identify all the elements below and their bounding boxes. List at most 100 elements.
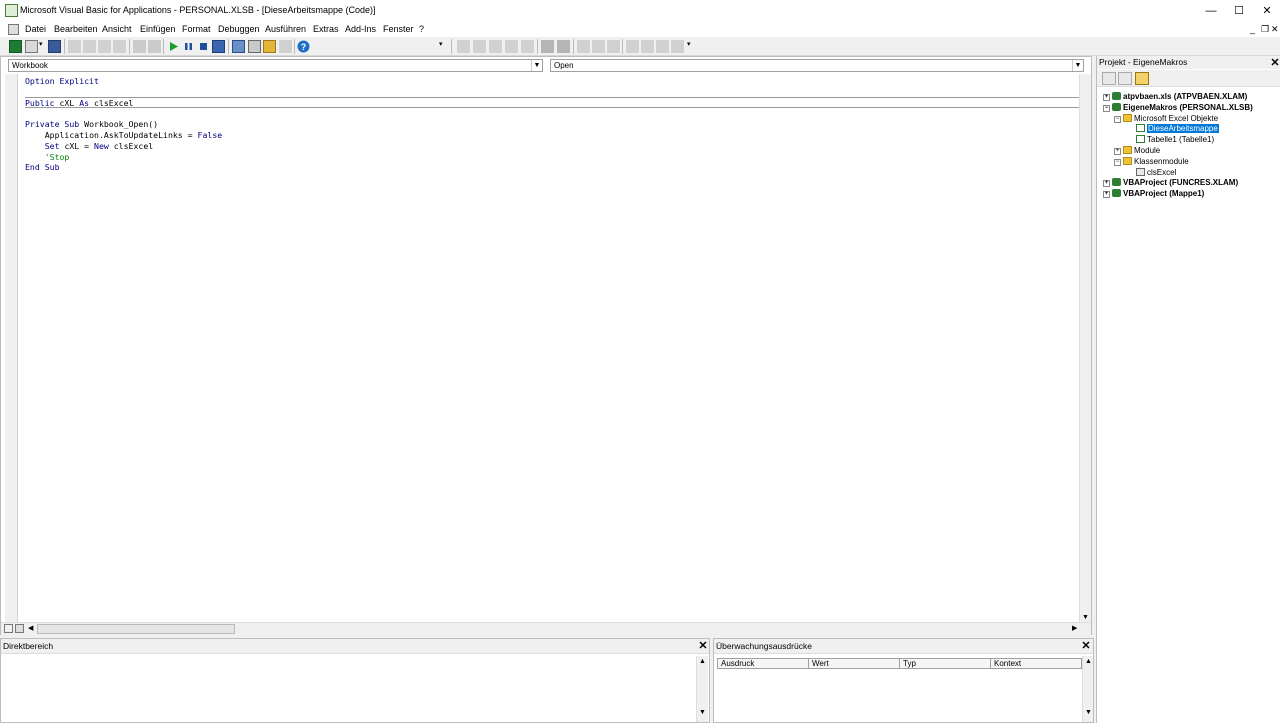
- mdi-minimize-button[interactable]: _: [1250, 24, 1255, 34]
- tree-item[interactable]: DieseArbeitsmappe: [1125, 123, 1219, 134]
- indent-icon[interactable]: [541, 40, 554, 53]
- menu-ausfuehren[interactable]: Ausführen: [265, 24, 306, 34]
- full-module-view-icon[interactable]: [15, 624, 24, 633]
- procedure-combo[interactable]: Open ▼: [550, 59, 1084, 72]
- menu-debuggen[interactable]: Debuggen: [218, 24, 260, 34]
- scroll-right-arrow-icon[interactable]: ▶: [1072, 624, 1077, 632]
- vertical-scrollbar[interactable]: ▲ ▼: [1082, 656, 1093, 722]
- close-icon[interactable]: ✕: [1269, 57, 1280, 69]
- code-line[interactable]: Option Explicit: [25, 76, 1079, 87]
- chevron-down-icon[interactable]: ▾: [39, 40, 45, 53]
- minimize-button[interactable]: —: [1203, 3, 1219, 19]
- close-icon[interactable]: ✕: [1080, 640, 1092, 652]
- code-line[interactable]: Set cXL = New clsExcel: [25, 141, 1079, 152]
- scroll-up-arrow-icon[interactable]: ▲: [1085, 658, 1092, 665]
- collapse-icon[interactable]: −: [1103, 104, 1110, 112]
- menu-extras[interactable]: Extras: [313, 24, 339, 34]
- next-bookmark-icon[interactable]: [641, 40, 654, 53]
- procedure-view-icon[interactable]: [4, 624, 13, 633]
- view-excel-icon[interactable]: [9, 40, 22, 53]
- comment-block-icon[interactable]: [592, 40, 605, 53]
- close-icon[interactable]: ✕: [697, 640, 709, 652]
- cut-icon[interactable]: [68, 40, 81, 53]
- object-browser-icon[interactable]: [263, 40, 276, 53]
- toolbar-overflow-icon[interactable]: ▾: [439, 40, 445, 53]
- scroll-up-arrow-icon[interactable]: ▲: [699, 658, 706, 665]
- redo-icon[interactable]: [148, 40, 161, 53]
- maximize-button[interactable]: ☐: [1231, 3, 1247, 19]
- column-header-ausdruck[interactable]: Ausdruck: [717, 658, 809, 669]
- mdi-restore-button[interactable]: ❐: [1261, 24, 1269, 35]
- code-line[interactable]: [25, 87, 1079, 98]
- immediate-input[interactable]: [2, 656, 695, 722]
- code-line[interactable]: End Sub: [25, 162, 1079, 173]
- list-properties-icon[interactable]: [457, 40, 470, 53]
- pause-icon[interactable]: [182, 40, 195, 53]
- menu-einfuegen[interactable]: Einfügen: [140, 24, 176, 34]
- collapse-icon[interactable]: −: [1114, 158, 1121, 166]
- scroll-down-arrow-icon[interactable]: ▼: [1082, 614, 1089, 621]
- toggle-bookmark-icon[interactable]: [626, 40, 639, 53]
- run-icon[interactable]: [167, 40, 180, 53]
- menu-bearbeiten[interactable]: Bearbeiten: [54, 24, 98, 34]
- view-object-icon[interactable]: [1118, 72, 1132, 85]
- code-line[interactable]: Private Sub Workbook_Open(): [25, 119, 1079, 130]
- expand-icon[interactable]: +: [1114, 148, 1121, 155]
- tree-item[interactable]: − Microsoft Excel Objekte: [1114, 113, 1218, 124]
- toolbar-overflow-icon-2[interactable]: ▾: [687, 40, 693, 53]
- code-line[interactable]: [25, 108, 1079, 119]
- tree-item[interactable]: − Klassenmodule: [1114, 156, 1189, 167]
- menu-help[interactable]: ?: [419, 24, 424, 34]
- menu-format[interactable]: Format: [182, 24, 211, 34]
- previous-bookmark-icon[interactable]: [656, 40, 669, 53]
- expand-icon[interactable]: +: [1103, 191, 1110, 199]
- clear-bookmarks-icon[interactable]: [671, 40, 684, 53]
- outdent-icon[interactable]: [557, 40, 570, 53]
- code-margin-indicator-bar[interactable]: [5, 74, 18, 623]
- find-icon[interactable]: [113, 40, 126, 53]
- insert-userform-icon[interactable]: [25, 40, 38, 53]
- toolbox-icon[interactable]: [279, 40, 292, 53]
- scroll-down-arrow-icon[interactable]: ▼: [699, 709, 706, 716]
- paste-icon[interactable]: [98, 40, 111, 53]
- code-line[interactable]: 'Stop: [25, 152, 1079, 163]
- menu-fenster[interactable]: Fenster: [383, 24, 414, 34]
- tree-item[interactable]: clsExcel: [1125, 167, 1176, 178]
- column-header-kontext[interactable]: Kontext: [990, 658, 1082, 669]
- tree-item[interactable]: + atpvbaen.xls (ATPVBAEN.XLAM): [1103, 91, 1247, 102]
- expand-icon[interactable]: +: [1103, 94, 1110, 101]
- reset-icon[interactable]: [197, 40, 210, 53]
- menu-ansicht[interactable]: Ansicht: [102, 24, 132, 34]
- save-icon[interactable]: [48, 40, 61, 53]
- column-header-typ[interactable]: Typ: [899, 658, 991, 669]
- chevron-down-icon[interactable]: ▼: [1072, 60, 1083, 71]
- tree-item[interactable]: − EigeneMakros (PERSONAL.XLSB): [1103, 102, 1253, 113]
- list-constants-icon[interactable]: [473, 40, 486, 53]
- code-line[interactable]: Public cXL As clsExcel: [25, 98, 1079, 109]
- complete-word-icon[interactable]: [521, 40, 534, 53]
- code-line[interactable]: Application.AskToUpdateLinks = False: [25, 130, 1079, 141]
- uncomment-block-icon[interactable]: [607, 40, 620, 53]
- toggle-breakpoint-icon[interactable]: [577, 40, 590, 53]
- tree-item[interactable]: + VBAProject (FUNCRES.XLAM): [1103, 177, 1238, 188]
- help-icon[interactable]: ?: [297, 40, 310, 53]
- expand-icon[interactable]: +: [1103, 180, 1110, 188]
- menu-datei[interactable]: Datei: [25, 24, 46, 34]
- view-code-icon[interactable]: [1102, 72, 1116, 85]
- excel-icon[interactable]: [8, 24, 19, 35]
- collapse-icon[interactable]: −: [1114, 115, 1121, 123]
- scroll-left-arrow-icon[interactable]: ◀: [28, 624, 33, 632]
- quick-info-icon[interactable]: [489, 40, 502, 53]
- tree-item[interactable]: + Module: [1114, 145, 1160, 156]
- toggle-folders-icon[interactable]: [1135, 72, 1149, 85]
- chevron-down-icon[interactable]: ▼: [531, 60, 542, 71]
- vba-app-icon[interactable]: [5, 4, 18, 17]
- properties-window-icon[interactable]: [248, 40, 261, 53]
- project-explorer-icon[interactable]: [232, 40, 245, 53]
- object-combo[interactable]: Workbook ▼: [8, 59, 543, 72]
- copy-icon[interactable]: [83, 40, 96, 53]
- column-header-wert[interactable]: Wert: [808, 658, 900, 669]
- vertical-scrollbar[interactable]: ▲ ▼: [696, 656, 708, 722]
- tree-item[interactable]: + VBAProject (Mappe1): [1103, 188, 1204, 199]
- vertical-scrollbar[interactable]: ▼: [1079, 74, 1091, 623]
